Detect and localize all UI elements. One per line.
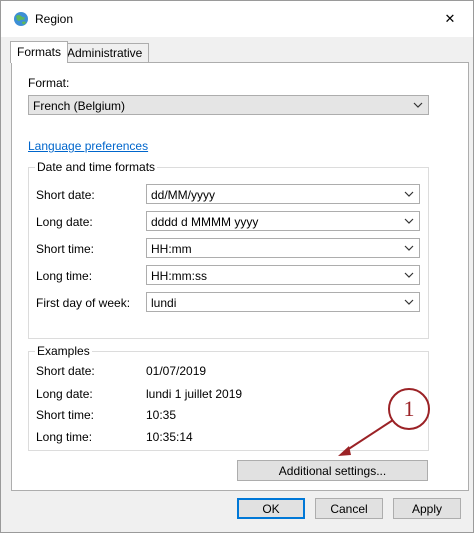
- examples-group: Examples Short date: 01/07/2019 Long dat…: [28, 344, 429, 451]
- short-time-value: HH:mm: [151, 242, 192, 256]
- close-icon: ✕: [444, 11, 456, 26]
- example-short-date-label: Short date:: [36, 364, 95, 378]
- example-long-time-value: 10:35:14: [146, 430, 193, 444]
- annotation-callout-number: 1: [388, 388, 430, 430]
- date-time-formats-title: Date and time formats: [35, 160, 158, 174]
- ok-button[interactable]: OK: [237, 498, 305, 519]
- format-value: French (Belgium): [33, 99, 126, 113]
- chevron-down-icon: [404, 218, 414, 224]
- examples-title: Examples: [35, 344, 92, 358]
- region-dialog: Region ✕ Formats Administrative Format: …: [0, 0, 474, 533]
- example-long-time-label: Long time:: [36, 430, 93, 444]
- short-time-label: Short time:: [36, 242, 95, 256]
- globe-icon: [13, 11, 29, 27]
- long-time-label: Long time:: [36, 269, 93, 283]
- apply-button[interactable]: Apply: [393, 498, 461, 519]
- short-date-value: dd/MM/yyyy: [151, 188, 216, 202]
- chevron-down-icon: [404, 299, 414, 305]
- title-bar: Region ✕: [1, 1, 473, 37]
- first-day-of-week-dropdown[interactable]: lundi: [146, 292, 420, 312]
- format-label: Format:: [28, 76, 70, 90]
- short-date-dropdown[interactable]: dd/MM/yyyy: [146, 184, 420, 204]
- example-short-date-value: 01/07/2019: [146, 364, 207, 378]
- long-time-dropdown[interactable]: HH:mm:ss: [146, 265, 420, 285]
- tab-formats[interactable]: Formats: [10, 41, 69, 63]
- example-long-date-label: Long date:: [36, 387, 93, 401]
- first-day-of-week-value: lundi: [151, 296, 177, 310]
- long-date-value: dddd d MMMM yyyy: [151, 215, 259, 229]
- tab-administrative[interactable]: Administrative: [60, 43, 150, 62]
- short-time-dropdown[interactable]: HH:mm: [146, 238, 420, 258]
- date-time-formats-group: Date and time formats Short date: dd/MM/…: [28, 160, 429, 339]
- example-short-time-value: 10:35: [146, 408, 177, 422]
- cancel-button[interactable]: Cancel: [315, 498, 383, 519]
- window-title: Region: [35, 12, 74, 26]
- example-long-date-value: lundi 1 juillet 2019: [146, 387, 243, 401]
- chevron-down-icon: [404, 272, 414, 278]
- long-date-label: Long date:: [36, 215, 93, 229]
- chevron-down-icon: [413, 102, 423, 108]
- example-short-time-label: Short time:: [36, 408, 95, 422]
- chevron-down-icon: [404, 191, 414, 197]
- close-button[interactable]: ✕: [439, 9, 461, 29]
- additional-settings-button[interactable]: Additional settings...: [237, 460, 428, 481]
- first-day-of-week-label: First day of week:: [36, 296, 131, 310]
- long-date-dropdown[interactable]: dddd d MMMM yyyy: [146, 211, 420, 231]
- long-time-value: HH:mm:ss: [151, 269, 207, 283]
- short-date-label: Short date:: [36, 188, 95, 202]
- language-preferences-link[interactable]: Language preferences: [28, 139, 148, 153]
- chevron-down-icon: [404, 245, 414, 251]
- format-dropdown[interactable]: French (Belgium): [28, 95, 429, 115]
